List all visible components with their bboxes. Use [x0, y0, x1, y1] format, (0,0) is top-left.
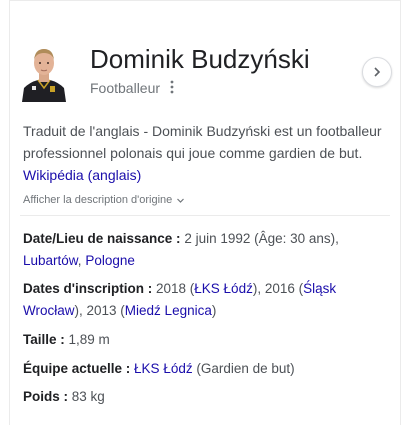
- team-link[interactable]: ŁKS Łódź: [134, 361, 193, 376]
- fact-team: Équipe actuelle : ŁKS Łódź (Gardien de b…: [23, 358, 383, 380]
- description: Traduit de l'anglais - Dominik Budzyński…: [23, 120, 383, 186]
- chevron-down-icon: [176, 196, 185, 205]
- fact-value: 1,89 m: [68, 332, 110, 347]
- more-vert-icon[interactable]: [170, 80, 174, 96]
- divider: [20, 215, 390, 216]
- fact-value: 2018 (: [156, 281, 195, 296]
- fact-signing: Dates d'inscription : 2018 (ŁKS Łódź), 2…: [23, 278, 383, 322]
- avatar[interactable]: [20, 42, 68, 102]
- page-title: Dominik Budzyński: [90, 44, 310, 74]
- fact-separator: ,: [77, 253, 82, 268]
- fact-label: Taille :: [23, 332, 65, 347]
- club-link[interactable]: ŁKS Łódź: [194, 281, 253, 296]
- fact-label: Équipe actuelle :: [23, 361, 131, 376]
- panel-header: Dominik Budzyński Footballeur: [20, 40, 390, 110]
- fact-value: 83 kg: [71, 389, 105, 404]
- show-original-button[interactable]: Afficher la description d'origine: [23, 194, 185, 206]
- subtitle-row: Footballeur: [90, 80, 174, 96]
- fact-weight: Poids : 83 kg: [23, 386, 383, 408]
- birth-place-link[interactable]: Lubartów: [23, 253, 78, 268]
- fact-value: (Gardien de but): [196, 361, 295, 376]
- fact-value: ): [211, 303, 217, 318]
- fact-label: Dates d'inscription :: [23, 281, 153, 296]
- subtitle: Footballeur: [90, 80, 161, 96]
- next-button[interactable]: [362, 57, 392, 87]
- birth-country-link[interactable]: Pologne: [85, 253, 135, 268]
- fact-birth: Date/Lieu de naissance : 2 juin 1992 (Âg…: [23, 228, 383, 272]
- show-original-label: Afficher la description d'origine: [23, 194, 173, 206]
- description-text: Traduit de l'anglais - Dominik Budzyński…: [23, 123, 382, 161]
- fact-height: Taille : 1,89 m: [23, 329, 383, 351]
- chevron-right-icon: [371, 66, 383, 78]
- fact-label: Poids :: [23, 389, 69, 404]
- fact-label: Date/Lieu de naissance :: [23, 231, 181, 246]
- fact-value: ), 2013 (: [74, 303, 125, 318]
- club-link[interactable]: Miedź Legnica: [125, 303, 212, 318]
- fact-value: 2 juin 1992 (Âge: 30 ans),: [184, 231, 339, 246]
- source-link[interactable]: Wikipédia (anglais): [23, 167, 141, 183]
- fact-value: ), 2016 (: [252, 281, 304, 296]
